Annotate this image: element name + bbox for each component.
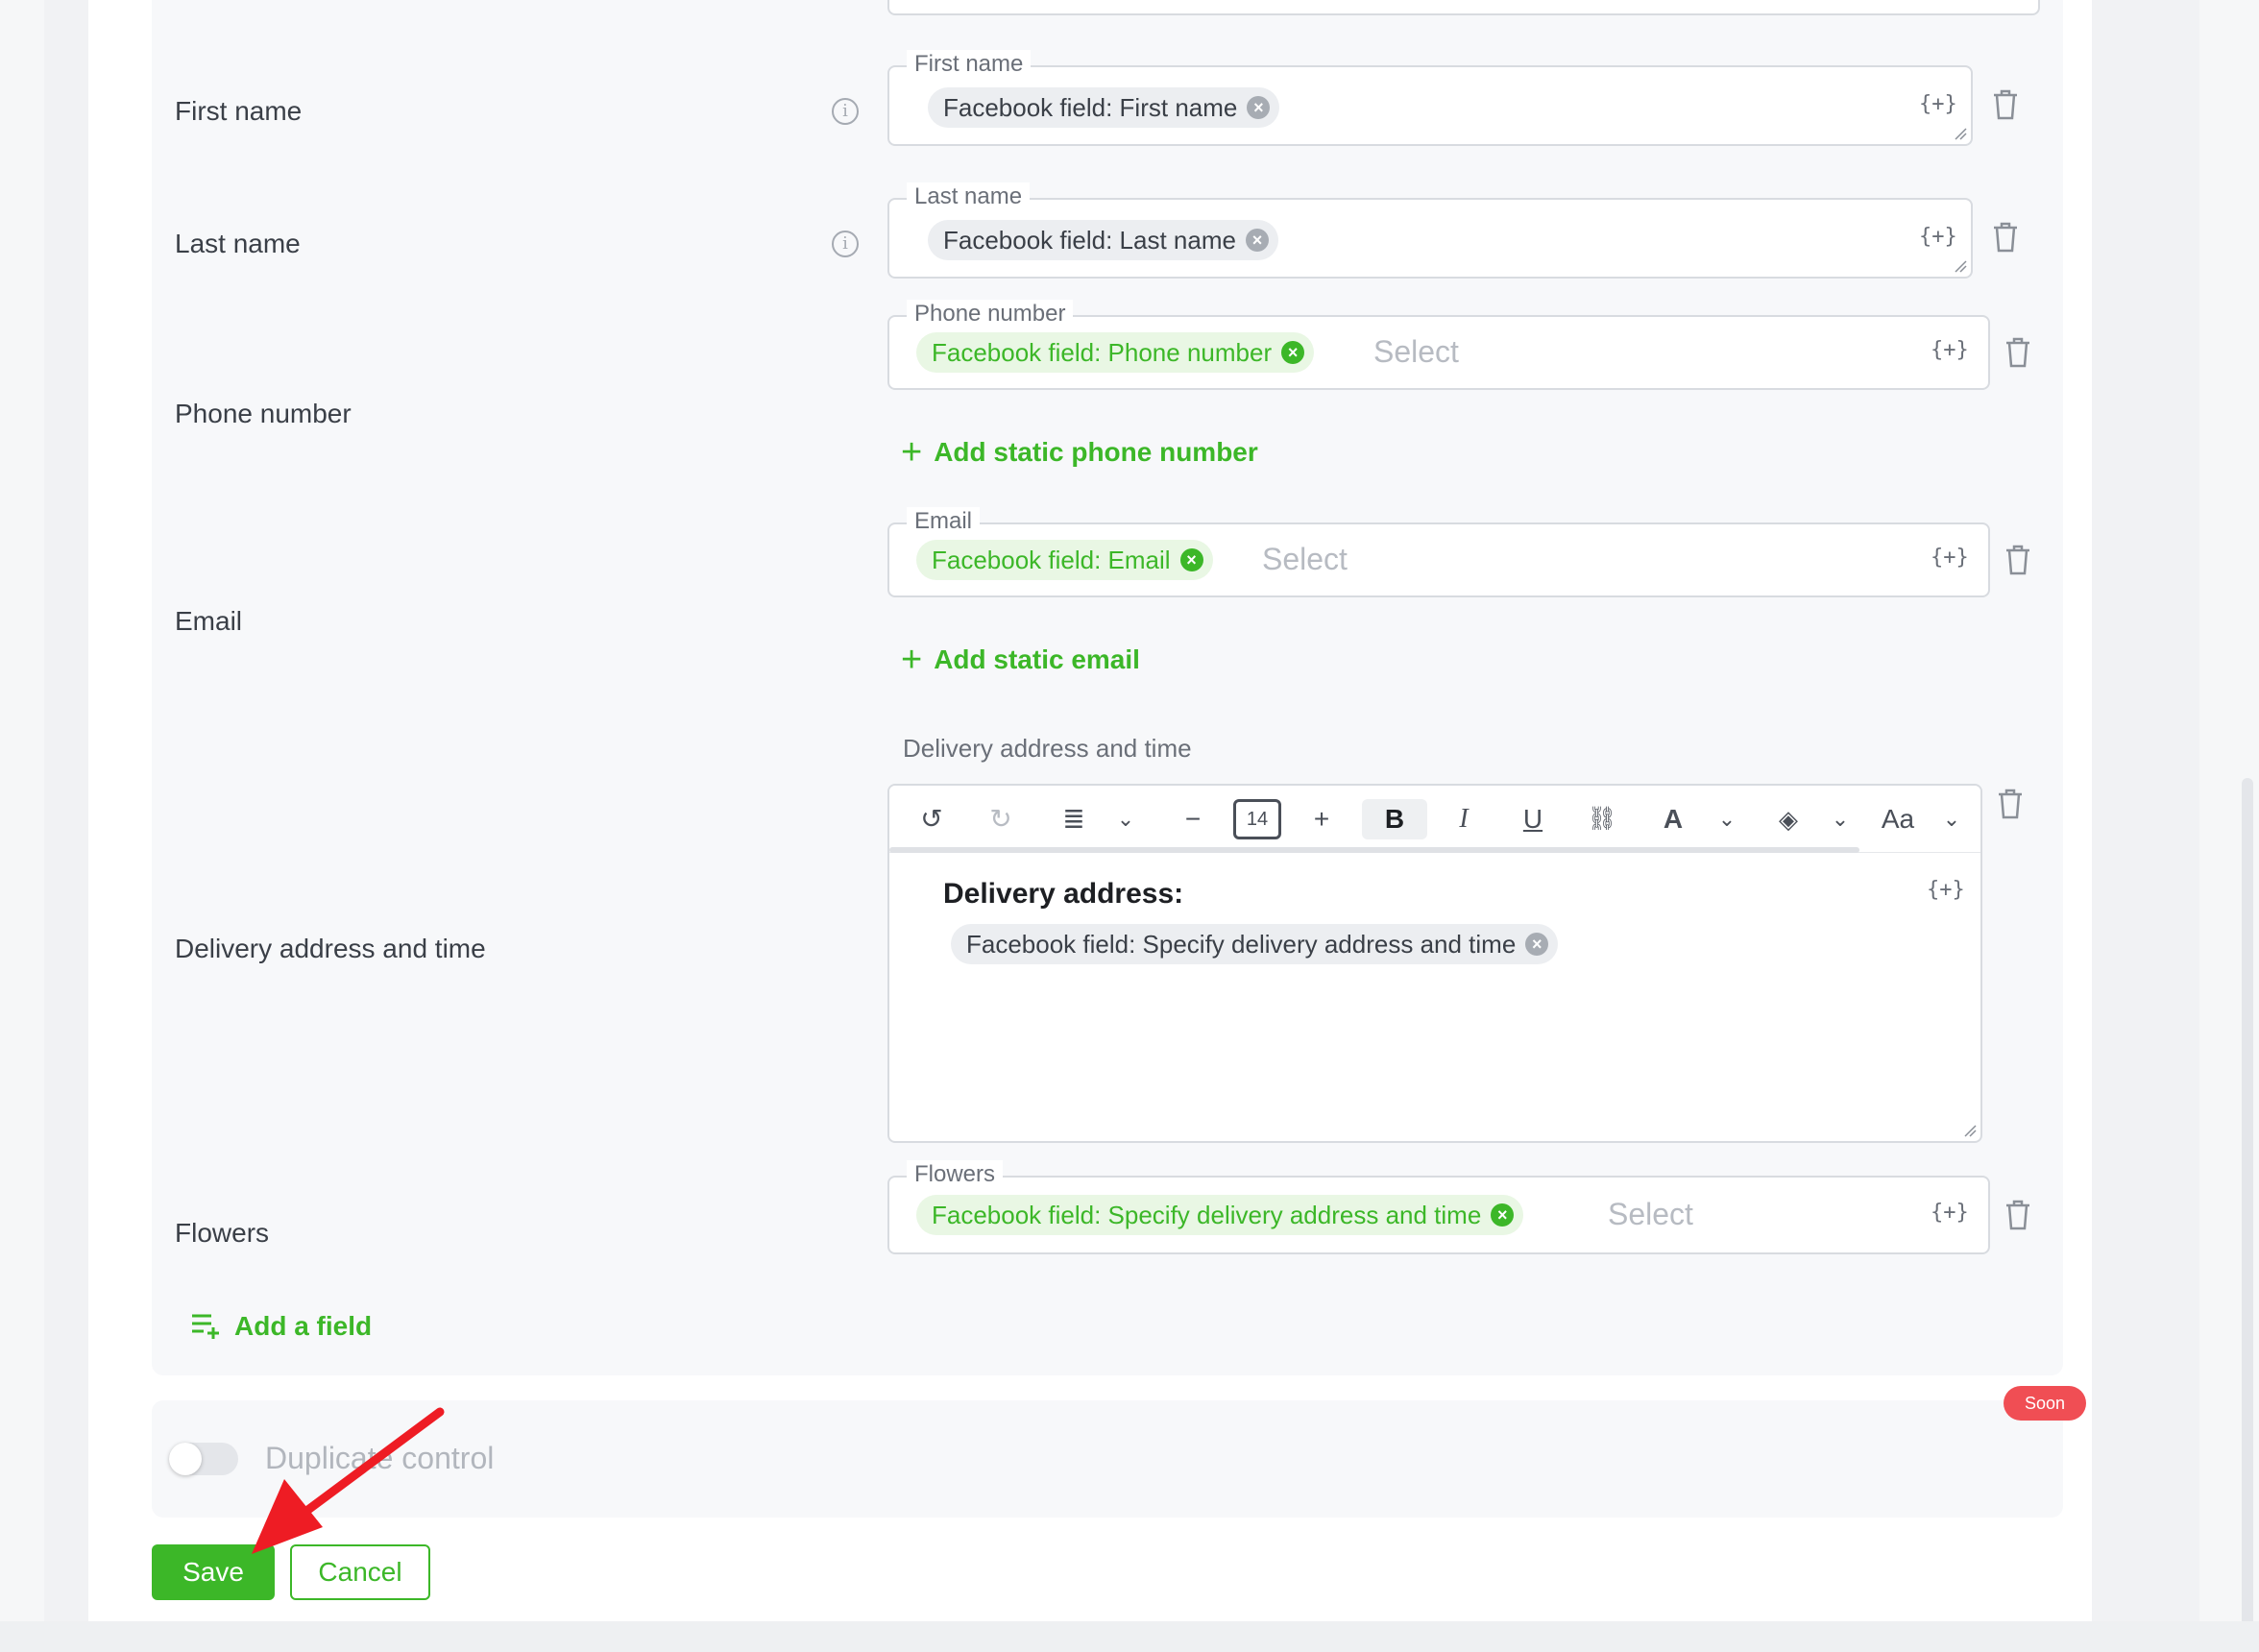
align-icon[interactable]: ≣ (1055, 799, 1093, 839)
add-static-phone-label: Add static phone number (934, 437, 1258, 467)
resize-grip-icon[interactable] (1963, 1124, 1977, 1137)
trash-icon[interactable] (1991, 221, 2020, 254)
editor-body[interactable]: Delivery address: (943, 878, 1183, 911)
duplicate-control-label: Duplicate control (265, 1441, 495, 1475)
trash-icon[interactable] (2004, 336, 2032, 369)
close-icon[interactable]: × (1281, 341, 1305, 364)
resize-grip-icon[interactable] (1954, 259, 1967, 273)
toggle-knob (169, 1443, 202, 1475)
add-field-label: Add a field (234, 1311, 373, 1341)
field-legend: Email (907, 507, 981, 536)
flowers-field[interactable]: Flowers Facebook field: Specify delivery… (887, 1160, 1990, 1254)
cancel-button[interactable]: Cancel (290, 1544, 430, 1600)
trash-icon[interactable] (2004, 544, 2032, 576)
select-placeholder[interactable]: Select (1373, 334, 1459, 370)
add-static-phone-link[interactable]: + Add static phone number (901, 432, 1258, 474)
close-icon[interactable]: × (1245, 229, 1269, 252)
mapped-field-chip[interactable]: Facebook field: Last name × (928, 220, 1278, 260)
plus-icon: + (901, 432, 923, 473)
redo-icon[interactable]: ↻ (982, 799, 1020, 839)
text-color-icon[interactable]: A (1654, 799, 1692, 839)
row-label-first-name: First name (175, 96, 303, 126)
scrollbar-thumb[interactable] (2242, 778, 2253, 1652)
trash-icon[interactable] (1991, 88, 2020, 121)
chip-label: Facebook field: Last name (943, 226, 1236, 255)
bold-icon[interactable]: B (1362, 799, 1427, 839)
link-icon[interactable]: ⛓ (1583, 799, 1621, 839)
variable-icon[interactable]: {+} (1919, 225, 1957, 249)
row-label-flowers: Flowers (175, 1218, 270, 1248)
delivery-rich-text-editor[interactable]: ↺ ↻ ≣ ⌄ − 14 + B I U ⛓ A ⌄ ◈ ⌄ Aa ⌄ Deli… (887, 784, 1982, 1143)
close-icon[interactable]: × (1525, 933, 1549, 956)
variable-icon[interactable]: {+} (1919, 92, 1957, 116)
close-icon[interactable]: × (1179, 548, 1203, 571)
add-field-button[interactable]: Add a field (190, 1310, 372, 1342)
add-static-email-link[interactable]: + Add static email (901, 640, 1140, 681)
italic-icon[interactable]: I (1445, 799, 1483, 839)
editor-toolbar: ↺ ↻ ≣ ⌄ − 14 + B I U ⛓ A ⌄ ◈ ⌄ Aa ⌄ (889, 786, 1980, 853)
left-gutter (0, 0, 44, 1652)
chevron-down-icon[interactable]: ⌄ (1106, 799, 1145, 839)
row-label-last-name: Last name (175, 229, 301, 258)
field-legend: Last name (907, 182, 1031, 211)
close-icon[interactable]: × (1247, 96, 1271, 119)
font-case-icon[interactable]: Aa (1879, 799, 1917, 839)
phone-number-field[interactable]: Phone number Facebook field: Phone numbe… (887, 300, 1990, 390)
info-icon[interactable]: i (832, 231, 859, 257)
chevron-down-icon[interactable]: ⌄ (1932, 799, 1971, 839)
duplicate-control-toggle[interactable] (169, 1443, 238, 1475)
bottom-shadow (0, 1621, 2259, 1652)
minus-icon[interactable]: − (1174, 799, 1212, 839)
mapped-field-chip[interactable]: Facebook field: Email × (916, 540, 1213, 580)
add-static-email-label: Add static email (934, 644, 1140, 674)
field-legend: First name (907, 50, 1032, 79)
close-icon[interactable]: × (1491, 1203, 1515, 1227)
save-button[interactable]: Save (152, 1544, 275, 1600)
add-field-icon (192, 1314, 219, 1339)
toolbar-scrollbar[interactable] (889, 847, 1859, 853)
trash-icon[interactable] (1996, 788, 2025, 820)
editor-heading: Delivery address: (943, 878, 1184, 910)
row-label-phone-number: Phone number (175, 399, 352, 428)
chip-label: Facebook field: Email (932, 546, 1171, 574)
mapped-field-chip[interactable]: Facebook field: Specify delivery address… (951, 924, 1559, 964)
resize-grip-icon[interactable] (1954, 127, 1967, 140)
field-legend: Phone number (907, 300, 1074, 328)
chip-label: Facebook field: Phone number (932, 338, 1273, 367)
variable-icon[interactable]: {+} (1931, 1201, 1969, 1225)
mapped-field-chip[interactable]: Facebook field: Specify delivery address… (916, 1195, 1524, 1235)
row-label-email: Email (175, 606, 243, 636)
chip-label: Facebook field: Specify delivery address… (966, 930, 1517, 959)
trash-icon[interactable] (2004, 1199, 2032, 1231)
select-placeholder[interactable]: Select (1608, 1197, 1693, 1232)
info-icon[interactable]: i (832, 98, 859, 125)
variable-icon[interactable]: {+} (1931, 546, 1969, 570)
font-size-input[interactable]: 14 (1233, 799, 1281, 839)
chip-label: Facebook field: Specify delivery address… (932, 1201, 1482, 1229)
last-name-field[interactable]: Last name Facebook field: Last name × {+… (887, 182, 1973, 279)
chevron-down-icon[interactable]: ⌄ (1821, 799, 1859, 839)
duplicate-control-section: Duplicate control (152, 1400, 2063, 1518)
mapped-field-chip[interactable]: Facebook field: First name × (928, 87, 1280, 128)
soon-badge: Soon (2004, 1386, 2086, 1421)
chevron-down-icon[interactable]: ⌄ (1708, 799, 1746, 839)
field-legend: Flowers (907, 1160, 1004, 1189)
undo-icon[interactable]: ↺ (912, 799, 951, 839)
plus-icon: + (901, 640, 923, 680)
variable-icon[interactable]: {+} (1927, 878, 1965, 902)
chip-label: Facebook field: First name (943, 93, 1238, 122)
row-label-delivery: Delivery address and time (175, 934, 486, 963)
mapped-field-chip[interactable]: Facebook field: Phone number × (916, 332, 1315, 373)
variable-icon[interactable]: {+} (1931, 338, 1969, 362)
fill-color-icon[interactable]: ◈ (1769, 799, 1808, 839)
underline-icon[interactable]: U (1514, 799, 1552, 839)
select-placeholder[interactable]: Select (1262, 542, 1348, 577)
previous-field-input[interactable] (887, 0, 2040, 15)
plus-icon[interactable]: + (1302, 799, 1341, 839)
delivery-legend: Delivery address and time (903, 734, 1192, 763)
email-field[interactable]: Email Facebook field: Email × Select {+} (887, 507, 1990, 597)
first-name-field[interactable]: First name Facebook field: First name × … (887, 50, 1973, 146)
